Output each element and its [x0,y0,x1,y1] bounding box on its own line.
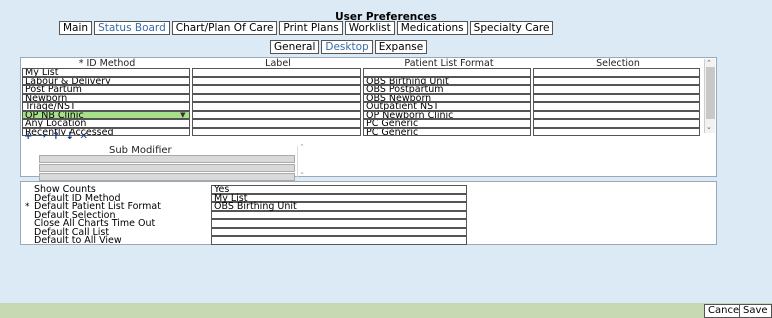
selection-cell[interactable] [532,127,700,136]
col-header-selection: Selection [596,58,640,69]
preferences-panel: Show Counts Yes Default ID Method My Lis… [20,181,717,245]
pref-field[interactable]: Yes [211,185,467,194]
format-cell[interactable]: OP Newborn Clinic [363,110,531,119]
label-cell[interactable] [191,76,361,85]
format-cell[interactable]: Outpatient NST [363,102,531,111]
pref-field[interactable]: OBS Birthing Unit [211,202,467,211]
tab-medications[interactable]: Medications [396,21,468,35]
id-method-cell[interactable]: Triage/NST [22,102,190,111]
id-method-cell[interactable]: Labour & Delivery [22,76,190,85]
row-tools: + ➝ ↑ ↓ ✕ [24,131,89,142]
label-cell[interactable] [191,119,361,128]
tab-worklist[interactable]: Worklist [344,21,395,35]
table-row: Any Location PC Generic [22,119,702,128]
id-method-dropdown[interactable]: OP NB Clinic ▼ [22,110,190,119]
selection-cell[interactable] [532,110,701,119]
sub-modifier-field[interactable] [39,155,295,163]
move-down-icon[interactable]: ↓ [66,131,75,142]
col-header-patient-list-format: Patient List Format [404,58,494,69]
tab-print-plans[interactable]: Print Plans [279,21,343,35]
label-cell[interactable] [191,93,361,102]
selection-cell[interactable] [532,68,700,77]
save-button[interactable]: Save [739,304,772,318]
tab-general[interactable]: General [270,40,320,54]
format-cell[interactable]: OBS Birthing Unit [363,76,531,85]
pref-field[interactable] [211,227,467,236]
format-cell[interactable]: PC Generic [363,127,531,136]
delete-row-icon[interactable]: ✕ [80,131,89,142]
tab-chart-plan-of-care[interactable]: Chart/Plan Of Care [171,21,278,35]
id-method-value: OP NB Clinic [25,110,84,119]
grid-scrollbar[interactable]: ⌃ ⌄ [704,59,715,133]
add-row-icon[interactable]: + [24,131,33,142]
selection-cell[interactable] [532,102,700,111]
selection-cell[interactable] [532,93,700,102]
list-definition-panel: * ID Method Label Patient List Format Se… [20,57,717,181]
col-header-label: Label [265,58,291,69]
table-row: Triage/NST Outpatient NST [22,102,702,111]
format-cell[interactable]: OBS Postpartum [363,85,531,94]
id-method-grid: * ID Method Label Patient List Format Se… [22,59,702,136]
footer-bar [0,303,772,318]
table-row: Newborn OBS Newborn [22,93,702,102]
pref-field[interactable] [211,219,467,228]
main-tab-bar: Main Status Board Chart/Plan Of Care Pri… [59,21,554,35]
pref-field[interactable] [211,210,467,219]
sub-modifier-scrollbar[interactable]: ⌃ ⌄ [297,143,306,178]
tab-specialty-care[interactable]: Specialty Care [469,21,554,35]
required-marker: * [25,202,30,212]
table-row: My List [22,68,702,77]
col-header-id-method: * ID Method [78,58,136,69]
selection-cell[interactable] [532,119,700,128]
id-method-cell[interactable]: Post Partum [22,85,190,94]
tab-expanse[interactable]: Expanse [374,40,428,54]
tab-desktop[interactable]: Desktop [321,40,373,54]
table-row: Recently Accessed PC Generic [22,127,702,136]
insert-row-icon[interactable]: ➝ [38,131,47,142]
sub-tab-bar: General Desktop Expanse [270,40,428,54]
pref-row: Default to All View [34,236,467,245]
label-cell[interactable] [191,68,361,77]
format-cell[interactable] [363,68,531,77]
scroll-thumb[interactable] [706,67,715,119]
table-row-selected: OP NB Clinic ▼ OP Newborn Clinic [22,110,702,119]
tab-status-board[interactable]: Status Board [94,21,170,35]
sub-modifier-field[interactable] [39,164,295,172]
label-cell[interactable] [191,102,361,111]
scroll-up-icon[interactable]: ⌃ [706,59,712,67]
table-row: Post Partum OBS Postpartum [22,85,702,94]
grid-header: * ID Method Label Patient List Format Se… [22,58,702,69]
id-method-cell[interactable]: Any Location [22,119,190,128]
label-cell[interactable] [191,127,361,136]
label-cell[interactable] [191,110,362,119]
scroll-down-icon[interactable]: ⌄ [299,168,305,176]
format-cell[interactable]: PC Generic [363,119,531,128]
move-up-icon[interactable]: ↑ [52,131,61,142]
selection-cell[interactable] [532,76,700,85]
pref-label: Default to All View [34,235,122,246]
chevron-down-icon[interactable]: ▼ [180,111,185,119]
pref-field[interactable] [211,236,467,245]
id-method-cell[interactable]: My List [22,68,190,77]
sub-modifier-field[interactable] [39,173,295,181]
selection-cell[interactable] [532,85,700,94]
format-cell[interactable]: OBS Newborn [363,93,531,102]
scroll-down-icon[interactable]: ⌄ [706,123,712,131]
tab-main[interactable]: Main [59,21,93,35]
scroll-up-icon[interactable]: ⌃ [299,143,305,151]
id-method-cell[interactable]: Newborn [22,93,190,102]
table-row: Labour & Delivery OBS Birthing Unit [22,76,702,85]
label-cell[interactable] [191,85,361,94]
